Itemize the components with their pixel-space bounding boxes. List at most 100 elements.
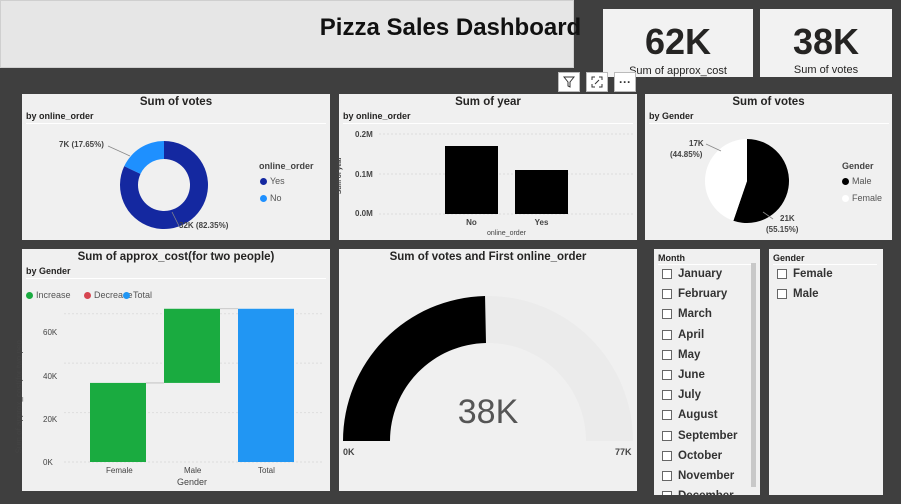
slicer-item-label: June [678,369,705,381]
slice-label-yes: 32K (82.35%) [179,221,229,230]
waterfall-bar-total[interactable] [238,308,294,462]
kpi-value: 62K [644,21,712,62]
kpi-label: Sum of votes [793,64,859,76]
title-card: Pizza Sales Dashboard [0,0,581,68]
checkbox[interactable] [662,370,672,380]
slicer-item-label: February [678,288,728,301]
y-axis-title: Sum of year [336,156,344,195]
slice-label-no: 7K (17.65%) [59,140,104,149]
waterfall-bar-female[interactable] [90,382,146,462]
gender-option-female[interactable]: Female [777,268,833,280]
legend-title: Gender [842,161,874,171]
month-option-january[interactable]: January [662,268,722,280]
gender-option-male[interactable]: Male [777,288,819,300]
legend-item-male[interactable]: Male [842,176,872,186]
gauge-max-label: 77K [615,447,632,457]
slicer-item-label: April [678,328,705,341]
month-option-september[interactable]: September [662,430,737,442]
x-tick-label: Yes [535,218,549,227]
y-tick-label: 0.0M [355,209,373,218]
slicer-item-label: August [678,409,718,422]
gauge-value: 38K [457,393,519,431]
slicer-item-label: July [678,389,702,402]
slicer-title: Gender [773,253,805,263]
gauge-visual[interactable]: Sum of votes and First online_order 38K … [339,249,637,491]
checkbox[interactable] [662,269,672,279]
slicer-item-label: November [678,470,735,482]
x-axis-title: online_order [487,230,526,237]
legend-item-no[interactable]: No [260,193,282,203]
y-tick-label: 40K [43,372,58,381]
gauge-min-label: 0K [343,447,355,457]
checkbox[interactable] [662,491,672,495]
slicer-item-label: October [678,449,723,462]
month-option-december[interactable]: December [662,490,734,495]
focus-mode-icon[interactable] [586,72,608,92]
legend-item-yes[interactable]: Yes [260,176,285,186]
month-slicer[interactable]: Month January February March April May June Ju… [654,249,760,495]
month-option-february[interactable]: February [662,288,727,300]
slicer-item-label: Female [793,268,833,280]
y-axis-title: Sum of approx_cost(for two peo... [14,333,24,454]
legend-title: online_order [259,161,314,171]
donut-slice-no[interactable] [124,141,164,174]
month-option-november[interactable]: November [662,470,734,482]
month-option-october[interactable]: October [662,450,722,462]
bar-no[interactable] [445,146,498,214]
x-tick-label: No [466,218,477,227]
x-tick-label: Female [106,466,133,475]
slicer-item-label: May [678,348,701,361]
slicer-item-label: December [678,490,734,495]
checkbox[interactable] [777,289,787,299]
month-option-may[interactable]: May [662,349,700,361]
checkbox[interactable] [662,309,672,320]
y-tick-label: 0.2M [355,130,373,139]
checkbox[interactable] [662,450,672,461]
bar-chart-visual[interactable]: Sum of year by online_order No Yes 0.2M 0… [336,94,637,240]
legend-item-female[interactable]: Female [842,193,882,203]
month-option-july[interactable]: July [662,389,701,401]
checkbox[interactable] [777,269,787,279]
checkbox[interactable] [662,289,672,300]
month-option-june[interactable]: June [662,369,705,381]
month-option-april[interactable]: April [662,329,704,341]
bar-yes[interactable] [515,170,568,214]
slice-label-female-pct: (44.85%) [670,150,703,159]
waterfall-bar-male[interactable] [164,308,220,383]
month-option-august[interactable]: August [662,409,718,421]
gender-slicer[interactable]: Gender Female Male [769,249,883,495]
slicer-item-label: January [678,268,723,280]
slice-label-male-pct: (55.15%) [766,225,799,234]
slice-label-male: 21K [780,214,795,223]
kpi-value: 38K [792,21,860,62]
more-options-icon[interactable]: ··· [614,72,636,92]
y-tick-label: 60K [43,328,58,337]
kpi-card-votes[interactable]: 38K Sum of votes [760,9,892,77]
y-tick-label: 20K [43,415,58,424]
donut-chart-visual[interactable]: Sum of votes by online_order 7K (17.65%)… [22,94,330,240]
slicer-item-label: Male [793,288,819,300]
pie-chart-visual[interactable]: Sum of votes by Gender 17K (44.85%) 21K … [645,94,892,240]
checkbox[interactable] [662,430,672,441]
scrollbar[interactable] [751,263,756,487]
month-option-march[interactable]: March [662,308,712,320]
y-tick-label: 0.1M [355,170,373,179]
checkbox[interactable] [662,349,672,360]
checkbox[interactable] [662,390,672,401]
checkbox[interactable] [662,410,672,421]
slicer-title: Month [658,253,685,263]
bar-year-chart: No Yes [379,133,635,227]
checkbox[interactable] [662,329,672,340]
waterfall-chart-visual[interactable]: Sum of approx_cost(for two people) by Ge… [15,249,330,491]
slicer-item-label: September [678,429,738,442]
gauge-chart [343,296,633,441]
checkbox[interactable] [662,471,672,481]
y-tick-label: 0K [43,458,53,467]
slicer-item-label: March [678,308,712,321]
x-tick-label: Male [184,466,202,475]
waterfall-chart [64,308,322,463]
x-tick-label: Total [258,466,275,475]
kpi-card-approx-cost[interactable]: 62K Sum of approx_cost [603,9,753,77]
x-axis-title: Gender [177,477,208,487]
filter-icon[interactable] [558,72,580,92]
